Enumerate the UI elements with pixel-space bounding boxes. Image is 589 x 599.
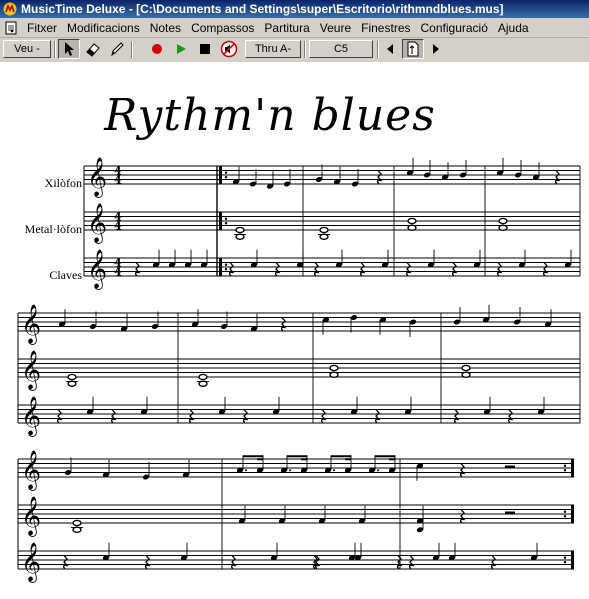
time-sig-denominator: 4 (114, 266, 122, 279)
repeat-thick-bar (219, 258, 222, 276)
repeat-dot (563, 464, 567, 467)
time-sig-denominator: 4 (114, 174, 122, 187)
treble-clef: 𝄞 (21, 450, 41, 491)
quarter-rest (110, 409, 117, 424)
treble-clef: 𝄞 (21, 350, 41, 391)
quarter-rest (274, 262, 281, 277)
quarter-rest (405, 262, 412, 277)
whole-note-head (498, 217, 508, 225)
quarter-rest (408, 555, 415, 570)
repeat-thick-bar (571, 551, 574, 569)
treble-clef: 𝄞 (21, 496, 41, 537)
repeat-dot (563, 469, 567, 472)
treble-clef: 𝄞 (87, 249, 107, 290)
repeat-thick-bar (219, 212, 222, 230)
quarter-rest (56, 409, 63, 424)
treble-clef: 𝄞 (87, 157, 107, 198)
quarter-rest (62, 555, 69, 570)
repeat-dot (224, 176, 228, 179)
repeat-thick-bar (219, 166, 222, 184)
quarter-rest (320, 409, 327, 424)
music-notation[interactable]: 𝄞 44𝄞 44𝄞 44𝄞𝄞𝄞𝄞𝄞𝄞 (0, 0, 589, 599)
quarter-rest (459, 463, 466, 478)
whole-note-head (407, 217, 417, 225)
whole-note-head (461, 364, 471, 372)
whole-note-head (235, 226, 245, 234)
repeat-thick-bar (571, 459, 574, 477)
quarter-rest (376, 170, 383, 185)
whole-note-head (319, 226, 329, 234)
whole-note-head (329, 364, 339, 372)
half-rest (505, 465, 515, 468)
repeat-thick-bar (571, 505, 574, 523)
whole-note-head (67, 373, 77, 381)
quarter-rest (188, 409, 195, 424)
quarter-rest (228, 262, 235, 277)
quarter-rest (451, 262, 458, 277)
quarter-rest (542, 262, 549, 277)
augmentation-dot (289, 469, 291, 472)
quarter-rest (496, 262, 503, 277)
repeat-dot (563, 515, 567, 518)
whole-note-head (407, 224, 417, 232)
half-rest (505, 511, 515, 514)
quarter-rest (490, 555, 497, 570)
quarter-rest (230, 555, 237, 570)
repeat-dot (224, 268, 228, 271)
quarter-rest (554, 170, 561, 185)
quarter-rest (459, 509, 466, 524)
quarter-rest (242, 409, 249, 424)
repeat-dot (224, 263, 228, 266)
treble-clef: 𝄞 (21, 542, 41, 583)
repeat-dot (224, 171, 228, 174)
whole-note-head (461, 371, 471, 379)
quarter-rest (374, 409, 381, 424)
quarter-rest (396, 555, 403, 570)
repeat-dot (563, 556, 567, 559)
repeat-dot (224, 217, 228, 220)
whole-note-head (72, 519, 82, 527)
whole-note-head (198, 373, 208, 381)
treble-clef: 𝄞 (87, 203, 107, 244)
augmentation-dot (245, 469, 247, 472)
repeat-dot (224, 222, 228, 225)
repeat-dot (563, 561, 567, 564)
time-sig-denominator: 4 (114, 220, 122, 233)
treble-clef: 𝄞 (21, 304, 41, 345)
whole-note-head (329, 371, 339, 379)
quarter-rest (144, 555, 151, 570)
treble-clef: 𝄞 (21, 396, 41, 437)
quarter-rest (507, 409, 514, 424)
quarter-rest (280, 317, 287, 332)
quarter-rest (359, 262, 366, 277)
augmentation-dot (333, 469, 335, 472)
beam (243, 455, 263, 458)
quarter-rest (453, 409, 460, 424)
quarter-rest (134, 262, 141, 277)
quarter-rest (313, 262, 320, 277)
beam (331, 455, 351, 458)
whole-note-head (498, 224, 508, 232)
beam (287, 455, 307, 458)
repeat-dot (563, 510, 567, 513)
augmentation-dot (377, 469, 379, 472)
beam (375, 455, 395, 458)
